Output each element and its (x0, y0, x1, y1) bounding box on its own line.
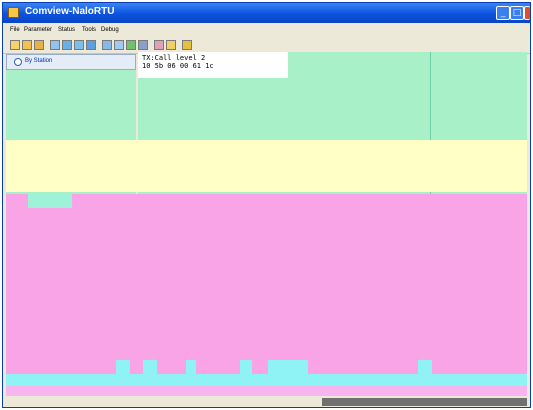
open-icon[interactable] (10, 40, 20, 50)
menu-parameter[interactable]: Parameter (24, 27, 52, 33)
bottom-tab-strip[interactable] (6, 374, 527, 386)
help-icon[interactable] (182, 40, 192, 50)
title-bar[interactable]: Comview-NaloRTU _ □ (3, 3, 530, 23)
message-console[interactable]: TX:Call level 2 10 5b 06 00 61 1c (138, 52, 288, 78)
refresh-icon[interactable] (126, 40, 136, 50)
copy-icon[interactable] (114, 40, 124, 50)
window-icon[interactable] (102, 40, 112, 50)
tab-marker[interactable] (186, 360, 196, 374)
menu-bar: File Parameter Status Tools Debug (3, 24, 530, 37)
tab-marker[interactable] (116, 360, 130, 374)
menu-status[interactable]: Status (58, 27, 75, 33)
workspace-block-teal (28, 194, 72, 208)
status-bar (322, 398, 527, 406)
menu-tools[interactable]: Tools (82, 27, 96, 33)
workspace-band-yellow (6, 140, 527, 192)
tab-marker[interactable] (143, 360, 157, 374)
console-line-2: 10 5b 06 00 61 1c (142, 62, 214, 70)
stop-icon[interactable] (154, 40, 164, 50)
bottom-panel (6, 386, 527, 396)
table-icon[interactable] (62, 40, 72, 50)
app-icon (8, 7, 19, 18)
save-icon[interactable] (34, 40, 44, 50)
menu-file[interactable]: File (10, 27, 20, 33)
sidebar-header[interactable]: By Station (6, 54, 136, 70)
console-line-1: TX:Call level 2 (142, 54, 206, 62)
tab-marker[interactable] (240, 360, 252, 374)
sidebar-header-label: By Station (25, 58, 53, 64)
tab-marker[interactable] (418, 360, 432, 374)
minimize-button[interactable]: _ (496, 6, 510, 20)
settings-icon[interactable] (138, 40, 148, 50)
chart-icon[interactable] (74, 40, 84, 50)
menu-debug[interactable]: Debug (101, 27, 119, 33)
bookmark-icon[interactable] (166, 40, 176, 50)
edit-icon[interactable] (22, 40, 32, 50)
close-button[interactable] (524, 6, 530, 20)
workspace-band-pink (6, 194, 527, 374)
window-title: Comview-NaloRTU (25, 6, 115, 17)
grid-icon[interactable] (50, 40, 60, 50)
maximize-button[interactable]: □ (510, 6, 524, 20)
tab-marker[interactable] (268, 360, 308, 374)
list-icon[interactable] (86, 40, 96, 50)
station-icon (14, 58, 22, 66)
